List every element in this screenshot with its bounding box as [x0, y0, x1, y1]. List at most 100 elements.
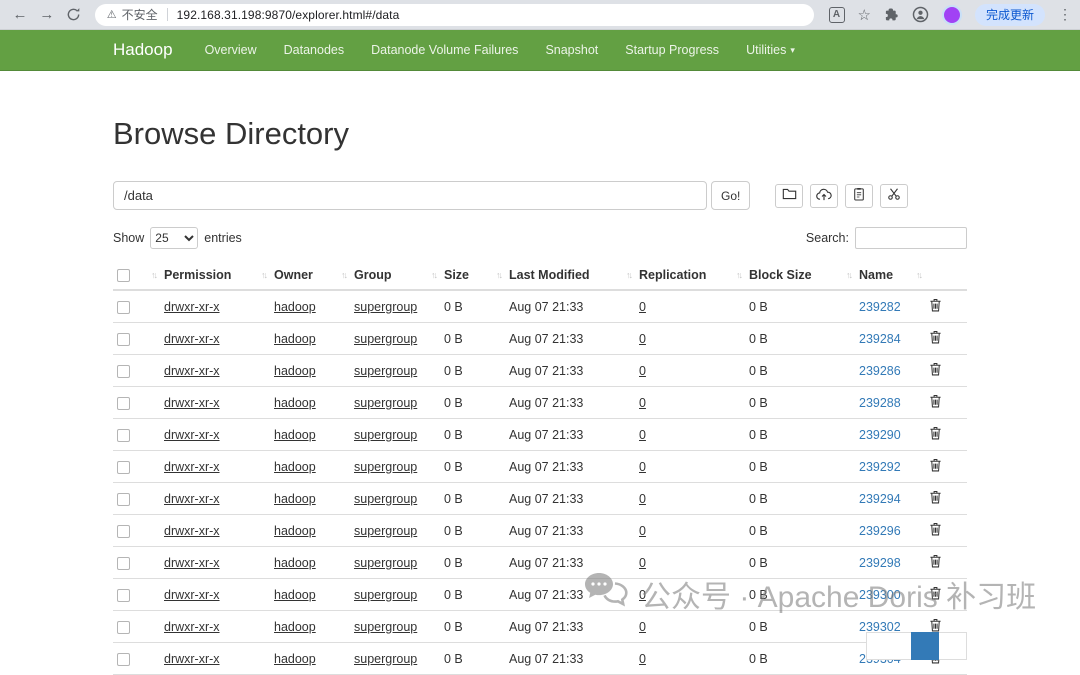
permission-cell[interactable]: drwxr-xr-x	[164, 332, 220, 346]
file-name-link[interactable]: 239296	[859, 524, 901, 538]
sort-icon[interactable]: ↑↓	[736, 270, 743, 280]
navbar-item[interactable]: Overview	[205, 43, 257, 57]
row-checkbox[interactable]	[117, 460, 130, 474]
owner-cell[interactable]: hadoop	[274, 300, 316, 314]
row-checkbox[interactable]	[117, 652, 130, 666]
group-cell[interactable]: supergroup	[354, 588, 417, 602]
profile-icon[interactable]	[912, 6, 929, 23]
row-checkbox[interactable]	[117, 428, 130, 442]
pagination-previous-button[interactable]	[866, 632, 911, 660]
permission-cell[interactable]: drwxr-xr-x	[164, 364, 220, 378]
delete-icon[interactable]	[929, 554, 942, 571]
sort-icon[interactable]: ↑↓	[341, 270, 348, 280]
file-name-link[interactable]: 239298	[859, 556, 901, 570]
delete-icon[interactable]	[929, 394, 942, 411]
sort-icon[interactable]: ↑↓	[261, 270, 268, 280]
replication-cell[interactable]: 0	[639, 492, 646, 506]
upload-files-button[interactable]	[810, 183, 839, 208]
browser-menu-icon[interactable]: ⋮	[1058, 6, 1072, 23]
file-name-link[interactable]: 239282	[859, 300, 901, 314]
permission-cell[interactable]: drwxr-xr-x	[164, 556, 220, 570]
navbar-item[interactable]: Utilities ▾	[746, 43, 795, 57]
sort-icon[interactable]: ↑↓	[151, 270, 158, 280]
address-bar[interactable]: ⚠ 不安全 192.168.31.198:9870/explorer.html#…	[94, 3, 814, 26]
column-header[interactable]: Permission ↑↓	[160, 261, 270, 292]
select-all-checkbox[interactable]	[117, 269, 130, 283]
owner-cell[interactable]: hadoop	[274, 652, 316, 666]
delete-icon[interactable]	[929, 426, 942, 443]
paste-button[interactable]	[845, 183, 874, 208]
group-cell[interactable]: supergroup	[354, 332, 417, 346]
reload-icon[interactable]	[62, 3, 86, 27]
bookmark-star-icon[interactable]: ☆	[858, 6, 871, 24]
sort-icon[interactable]: ↑↓	[496, 270, 503, 280]
group-cell[interactable]: supergroup	[354, 524, 417, 538]
row-checkbox[interactable]	[117, 620, 130, 634]
navbar-brand[interactable]: Hadoop	[113, 40, 173, 60]
navbar-item[interactable]: Datanode Volume Failures	[371, 43, 518, 57]
group-cell[interactable]: supergroup	[354, 396, 417, 410]
owner-cell[interactable]: hadoop	[274, 524, 316, 538]
file-name-link[interactable]: 239292	[859, 460, 901, 474]
owner-cell[interactable]: hadoop	[274, 396, 316, 410]
extensions-icon[interactable]	[884, 7, 899, 22]
replication-cell[interactable]: 0	[639, 428, 646, 442]
row-checkbox[interactable]	[117, 492, 130, 506]
translate-icon[interactable]: A	[828, 6, 845, 23]
group-cell[interactable]: supergroup	[354, 364, 417, 378]
account-avatar[interactable]	[941, 4, 962, 25]
replication-cell[interactable]: 0	[639, 300, 646, 314]
group-cell[interactable]: supergroup	[354, 620, 417, 634]
delete-icon[interactable]	[929, 522, 942, 539]
owner-cell[interactable]: hadoop	[274, 428, 316, 442]
permission-cell[interactable]: drwxr-xr-x	[164, 620, 220, 634]
sort-icon[interactable]: ↑↓	[626, 270, 633, 280]
column-header[interactable]: Owner ↑↓	[270, 261, 350, 292]
row-checkbox[interactable]	[117, 556, 130, 570]
forward-icon[interactable]: →	[35, 3, 59, 27]
group-cell[interactable]: supergroup	[354, 492, 417, 506]
file-name-link[interactable]: 239284	[859, 332, 901, 346]
permission-cell[interactable]: drwxr-xr-x	[164, 524, 220, 538]
navbar-item[interactable]: Startup Progress	[625, 43, 719, 57]
row-checkbox[interactable]	[117, 300, 130, 314]
file-name-link[interactable]: 239288	[859, 396, 901, 410]
replication-cell[interactable]: 0	[639, 332, 646, 346]
security-status[interactable]: ⚠ 不安全	[107, 6, 158, 23]
group-cell[interactable]: supergroup	[354, 556, 417, 570]
group-cell[interactable]: supergroup	[354, 460, 417, 474]
group-cell[interactable]: supergroup	[354, 300, 417, 314]
column-header[interactable]: Replication ↑↓	[635, 261, 745, 292]
replication-cell[interactable]: 0	[639, 556, 646, 570]
file-name-link[interactable]: 239286	[859, 364, 901, 378]
row-checkbox[interactable]	[117, 332, 130, 346]
owner-cell[interactable]: hadoop	[274, 492, 316, 506]
sort-icon[interactable]: ↑↓	[846, 270, 853, 280]
replication-cell[interactable]: 0	[639, 620, 646, 634]
owner-cell[interactable]: hadoop	[274, 620, 316, 634]
sort-icon[interactable]: ↑↓	[916, 270, 923, 280]
owner-cell[interactable]: hadoop	[274, 588, 316, 602]
replication-cell[interactable]: 0	[639, 652, 646, 666]
chrome-update-button[interactable]: 完成更新	[974, 3, 1045, 26]
file-name-link[interactable]: 239300	[859, 588, 901, 602]
replication-cell[interactable]: 0	[639, 396, 646, 410]
column-header[interactable]: Group ↑↓	[350, 261, 440, 292]
delete-icon[interactable]	[929, 490, 942, 507]
cut-button[interactable]	[880, 183, 909, 208]
column-header[interactable]: Size ↑↓	[440, 261, 505, 292]
owner-cell[interactable]: hadoop	[274, 332, 316, 346]
replication-cell[interactable]: 0	[639, 588, 646, 602]
delete-icon[interactable]	[929, 586, 942, 603]
replication-cell[interactable]: 0	[639, 524, 646, 538]
go-button[interactable]: Go!	[711, 181, 751, 210]
column-header[interactable]: Name ↑↓	[855, 261, 925, 292]
create-directory-button[interactable]	[775, 183, 804, 208]
row-checkbox[interactable]	[117, 588, 130, 602]
permission-cell[interactable]: drwxr-xr-x	[164, 492, 220, 506]
column-header[interactable]: Last Modified ↑↓	[505, 261, 635, 292]
permission-cell[interactable]: drwxr-xr-x	[164, 428, 220, 442]
directory-path-input[interactable]	[113, 181, 707, 210]
delete-icon[interactable]	[929, 298, 942, 315]
owner-cell[interactable]: hadoop	[274, 556, 316, 570]
